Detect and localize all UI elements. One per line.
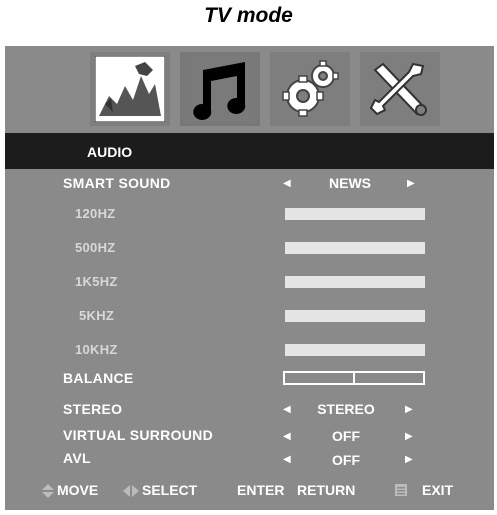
stereo-label: STEREO — [63, 401, 123, 417]
stereo-left-arrow-icon[interactable]: ◀ — [283, 404, 291, 415]
select-arrows-icon — [123, 485, 139, 497]
picture-icon — [95, 56, 165, 122]
smart-sound-label: SMART SOUND — [63, 175, 171, 191]
tools-icon — [365, 56, 435, 122]
balance-label: BALANCE — [63, 370, 134, 386]
avl-left-arrow-icon[interactable]: ◀ — [283, 454, 291, 465]
tab-audio[interactable] — [180, 52, 260, 126]
avl-label: AVL — [63, 450, 91, 466]
audio-osd-menu: AUDIO SMART SOUND ◀ NEWS ▶ 120HZ 500HZ 1… — [5, 46, 494, 510]
eq-1k5hz-slider[interactable] — [285, 276, 425, 288]
music-note-icon — [185, 56, 255, 122]
balance-center-marker — [353, 371, 355, 385]
audio-header-bar: AUDIO — [5, 133, 494, 169]
stereo-value[interactable]: STEREO — [306, 401, 386, 417]
virtual-surround-left-arrow-icon[interactable]: ◀ — [283, 431, 291, 442]
eq-5khz-slider[interactable] — [285, 310, 425, 322]
eq-500hz-label: 500HZ — [75, 240, 116, 255]
menu-key-icon — [395, 484, 407, 496]
smart-sound-left-arrow-icon[interactable]: ◀ — [283, 178, 291, 189]
smart-sound-value[interactable]: NEWS — [310, 175, 390, 191]
footer-move-label: MOVE — [57, 482, 99, 498]
eq-1k5hz-label: 1K5HZ — [75, 274, 118, 289]
tab-tools[interactable] — [360, 52, 440, 126]
stereo-right-arrow-icon[interactable]: ▶ — [405, 404, 413, 415]
move-arrows-icon — [42, 484, 54, 498]
virtual-surround-right-arrow-icon[interactable]: ▶ — [405, 431, 413, 442]
eq-5khz-label: 5KHZ — [79, 308, 115, 323]
footer-return-label: RETURN — [297, 482, 356, 498]
tab-picture[interactable] — [90, 52, 170, 126]
avl-value[interactable]: OFF — [306, 452, 386, 468]
eq-120hz-slider[interactable] — [285, 208, 425, 220]
smart-sound-right-arrow-icon[interactable]: ▶ — [407, 178, 415, 189]
eq-10khz-slider[interactable] — [285, 344, 425, 356]
gears-icon — [275, 56, 345, 122]
virtual-surround-label: VIRTUAL SURROUND — [63, 427, 213, 443]
eq-120hz-label: 120HZ — [75, 206, 116, 221]
enter-key-label: ENTER — [237, 482, 285, 498]
footer-select-label: SELECT — [142, 482, 198, 498]
eq-10khz-label: 10KHZ — [75, 342, 118, 357]
eq-500hz-slider[interactable] — [285, 242, 425, 254]
footer-exit-label: EXIT — [422, 482, 454, 498]
page-title: TV mode — [204, 4, 293, 27]
tab-setup[interactable] — [270, 52, 350, 126]
audio-header-label: AUDIO — [87, 144, 133, 160]
virtual-surround-value[interactable]: OFF — [306, 428, 386, 444]
avl-right-arrow-icon[interactable]: ▶ — [405, 454, 413, 465]
balance-slider[interactable] — [283, 371, 425, 385]
